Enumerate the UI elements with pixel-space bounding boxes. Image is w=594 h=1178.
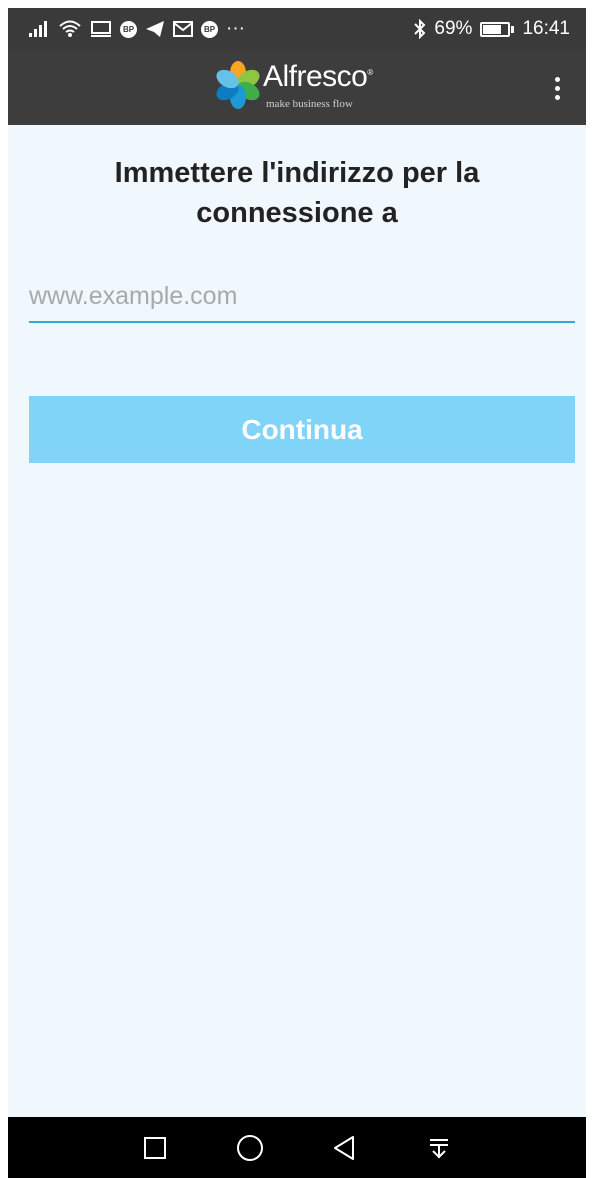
back-triangle-icon[interactable]	[324, 1128, 364, 1168]
app-bar: Alfresco® make business flow	[8, 50, 586, 125]
telegram-icon	[145, 17, 165, 41]
clock: 16:41	[522, 18, 570, 39]
system-nav-bar	[8, 1117, 586, 1178]
signal-icon	[28, 17, 50, 41]
title-line-2: connessione a	[196, 197, 398, 229]
home-circle-icon[interactable]	[230, 1128, 270, 1168]
status-left-icons: BP BP ···	[28, 17, 245, 41]
title-line-1: Immettere l'indirizzo per la	[114, 157, 480, 189]
status-bar: BP BP ··· 69% 16:41	[8, 8, 586, 50]
screen-cast-icon	[90, 17, 112, 41]
status-right-icons: 69% 16:41	[414, 17, 570, 41]
battery-icon	[480, 21, 515, 37]
continue-button[interactable]: Continua	[29, 396, 575, 463]
app-badge-icon: BP	[120, 20, 137, 38]
app-screen: BP BP ··· 69% 16:41 Alfresco® make busin…	[0, 0, 594, 1178]
battery-percent: 69%	[434, 18, 473, 39]
page-title: Immettere l'indirizzo per la connessione…	[8, 153, 586, 233]
mail-icon	[173, 17, 193, 41]
bluetooth-icon	[414, 17, 426, 41]
logo-tagline: make business flow	[266, 98, 353, 110]
more-vert-icon[interactable]	[542, 68, 572, 108]
recents-square-icon[interactable]	[135, 1128, 175, 1168]
pull-down-notifications-icon[interactable]	[419, 1128, 459, 1168]
logo-name: Alfresco®	[263, 60, 373, 93]
alfresco-logo: Alfresco® make business flow	[213, 58, 399, 118]
wifi-icon	[58, 17, 82, 41]
server-address-input[interactable]	[29, 271, 575, 323]
alfresco-flower-icon	[216, 61, 260, 109]
more-notifications-indicator: ···	[226, 18, 245, 39]
app-badge-icon: BP	[201, 20, 218, 38]
